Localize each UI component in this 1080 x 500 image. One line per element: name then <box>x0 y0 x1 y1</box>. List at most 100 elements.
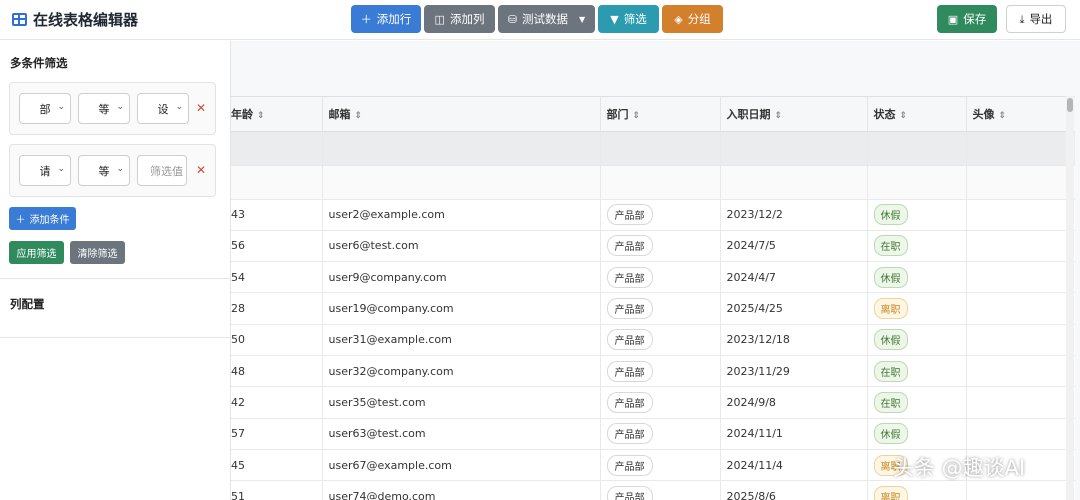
dept-cell[interactable]: 产品部 <box>600 230 721 263</box>
sort-icon[interactable]: ⇕ <box>999 111 1007 121</box>
column-header-email[interactable]: 邮箱 ⇕ <box>322 97 601 132</box>
status-cell[interactable]: 离职 <box>867 480 967 500</box>
vertical-scrollbar[interactable] <box>1066 96 1074 500</box>
avatar-cell[interactable] <box>966 199 1075 231</box>
operator-select[interactable]: 等 ⌄ <box>78 155 130 186</box>
add-row-button[interactable]: ＋ 添加行 <box>351 5 421 33</box>
column-header-avatar[interactable]: 头像 ⇕ <box>966 97 1075 132</box>
date-cell[interactable]: 2023/12/18 <box>720 324 868 356</box>
dept-cell[interactable]: 产品部 <box>600 292 721 325</box>
funnel-icon: ▼ <box>610 12 619 26</box>
columns-icon: ◫ <box>434 12 445 26</box>
column-header-label: 邮箱 <box>328 107 351 121</box>
avatar-cell[interactable] <box>966 386 1075 419</box>
email-cell[interactable]: user32@company.com <box>322 355 601 388</box>
avatar-cell[interactable] <box>966 230 1075 263</box>
age-value: 43 <box>231 208 245 222</box>
status-cell[interactable]: 休假 <box>867 418 967 450</box>
avatar-cell[interactable] <box>966 480 1075 500</box>
test-data-dropdown-button[interactable]: ⛁ 测试数据 ▼ <box>498 5 595 33</box>
dept-cell[interactable]: 产品部 <box>600 480 721 500</box>
date-cell[interactable]: 2024/9/8 <box>720 386 868 419</box>
dept-cell[interactable]: 产品部 <box>600 355 721 388</box>
field-select-value: 请 <box>39 164 51 178</box>
date-cell[interactable]: 2025/4/25 <box>720 292 868 325</box>
age-value: 57 <box>231 427 245 441</box>
dept-value: 产品部 <box>606 204 653 226</box>
dept-cell[interactable]: 产品部 <box>600 324 721 356</box>
dept-cell[interactable]: 产品部 <box>600 199 721 231</box>
floppy-icon: ▣ <box>947 12 959 26</box>
date-cell[interactable]: 2024/7/5 <box>720 230 868 263</box>
dept-value: 产品部 <box>606 266 653 288</box>
email-value: user32@company.com <box>328 364 454 378</box>
sort-icon[interactable]: ⇕ <box>257 111 265 121</box>
date-value: 2024/7/5 <box>726 239 776 253</box>
sort-icon[interactable]: ⇕ <box>775 111 783 121</box>
filter-button[interactable]: ▼ 筛选 <box>598 5 659 33</box>
avatar-cell[interactable] <box>966 355 1075 388</box>
add-column-button[interactable]: ◫ 添加列 <box>424 5 495 33</box>
avatar-cell[interactable] <box>966 261 1075 294</box>
age-value: 45 <box>231 458 245 472</box>
dept-cell[interactable]: 产品部 <box>600 386 721 419</box>
remove-condition-icon[interactable]: ✕ <box>196 101 206 115</box>
status-cell[interactable]: 在职 <box>867 230 967 263</box>
apply-filter-button[interactable]: 应用筛选 <box>9 241 64 264</box>
export-button[interactable]: ⤓ 导出 <box>1006 5 1066 33</box>
clear-filter-button[interactable]: 清除筛选 <box>70 241 125 264</box>
column-header-date[interactable]: 入职日期 ⇕ <box>720 97 868 132</box>
sort-icon[interactable]: ⇕ <box>900 111 908 121</box>
date-cell[interactable]: 2024/4/7 <box>720 261 868 294</box>
column-header-dept[interactable]: 部门 ⇕ <box>600 97 721 132</box>
date-cell[interactable]: 2023/11/29 <box>720 355 868 388</box>
status-cell[interactable]: 休假 <box>867 261 967 294</box>
field-select[interactable]: 部 ⌄ <box>19 93 71 124</box>
status-cell[interactable]: 离职 <box>867 292 967 325</box>
email-cell[interactable]: user9@company.com <box>322 261 601 294</box>
status-cell[interactable]: 休假 <box>867 199 967 231</box>
dept-value: 产品部 <box>606 235 653 257</box>
save-button[interactable]: ▣ 保存 <box>937 5 997 33</box>
dept-value: 产品部 <box>606 485 653 500</box>
email-cell[interactable]: user74@demo.com <box>322 480 601 500</box>
group-button[interactable]: ◈ 分组 <box>662 5 723 33</box>
operator-select[interactable]: 等 ⌄ <box>78 93 130 124</box>
field-select[interactable]: 请 ⌄ <box>19 155 71 186</box>
remove-condition-icon[interactable]: ✕ <box>196 163 206 177</box>
email-cell[interactable]: user6@test.com <box>322 230 601 263</box>
avatar-cell[interactable] <box>966 418 1075 450</box>
filter-value-input[interactable]: 筛选值 <box>137 155 187 186</box>
email-cell[interactable]: user63@test.com <box>322 418 601 450</box>
email-value: user35@test.com <box>328 395 426 409</box>
sort-icon[interactable]: ⇕ <box>633 111 641 121</box>
dept-cell[interactable]: 产品部 <box>600 449 721 482</box>
email-cell[interactable]: user19@company.com <box>322 292 601 325</box>
email-cell[interactable]: user67@example.com <box>322 449 601 482</box>
email-cell[interactable]: user2@example.com <box>322 199 601 231</box>
email-value: user19@company.com <box>328 302 454 316</box>
status-cell[interactable]: 在职 <box>867 355 967 388</box>
email-cell[interactable]: user35@test.com <box>322 386 601 419</box>
dept-cell[interactable]: 产品部 <box>600 261 721 294</box>
add-condition-button[interactable]: ＋ 添加条件 <box>9 207 76 230</box>
value-select[interactable]: 设 ⌄ <box>137 93 189 124</box>
email-cell[interactable]: user31@example.com <box>322 324 601 356</box>
avatar-cell[interactable] <box>966 324 1075 356</box>
scrollbar-thumb[interactable] <box>1067 98 1073 112</box>
sort-icon[interactable]: ⇕ <box>355 111 363 121</box>
date-cell[interactable]: 2025/8/6 <box>720 480 868 500</box>
column-header-status[interactable]: 状态 ⇕ <box>867 97 967 132</box>
chevron-down-icon: ⌄ <box>57 102 65 112</box>
dept-cell[interactable]: 产品部 <box>600 418 721 450</box>
status-cell[interactable]: 在职 <box>867 386 967 419</box>
date-cell[interactable]: 2024/11/4 <box>720 449 868 482</box>
dept-value: 产品部 <box>606 454 653 476</box>
date-cell[interactable]: 2023/12/2 <box>720 199 868 231</box>
filter-condition-1: 部 ⌄ 等 ⌄ 设 ⌄ ✕ <box>9 82 216 135</box>
clear-filter-label: 清除筛选 <box>77 249 118 260</box>
date-cell[interactable]: 2024/11/1 <box>720 418 868 450</box>
status-cell[interactable]: 休假 <box>867 324 967 356</box>
email-value: user67@example.com <box>328 458 452 472</box>
avatar-cell[interactable] <box>966 292 1075 325</box>
